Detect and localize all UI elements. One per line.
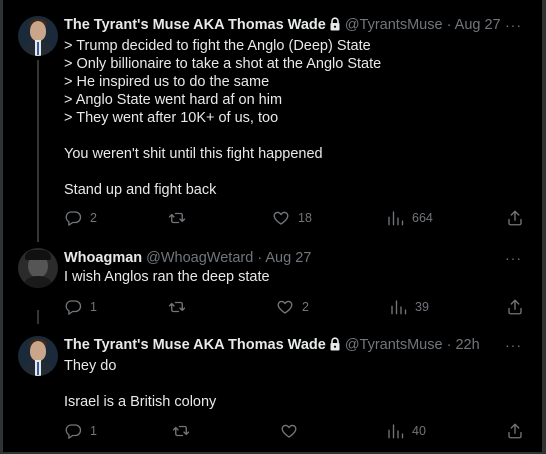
timestamp[interactable]: 22h bbox=[455, 337, 479, 353]
views-button[interactable]: 40 bbox=[386, 421, 426, 441]
tweet-text: They do Israel is a British colony bbox=[64, 358, 217, 410]
share-button[interactable] bbox=[506, 297, 532, 317]
like-button[interactable]: 2 bbox=[276, 297, 309, 317]
separator-dot: · bbox=[257, 250, 263, 266]
heart-icon bbox=[281, 424, 297, 438]
view-count: 39 bbox=[415, 300, 429, 314]
reply-count: 1 bbox=[90, 300, 97, 314]
retweet-button[interactable] bbox=[168, 297, 194, 317]
frame-border-right bbox=[542, 0, 546, 454]
view-count: 40 bbox=[412, 424, 426, 438]
like-button[interactable] bbox=[280, 421, 306, 441]
views-icon bbox=[388, 424, 404, 439]
heart-icon bbox=[277, 300, 293, 314]
views-button[interactable]: 39 bbox=[389, 297, 429, 317]
view-count: 664 bbox=[412, 211, 433, 225]
thread-line bbox=[37, 60, 39, 242]
timestamp[interactable]: Aug 27 bbox=[265, 250, 311, 266]
retweet-icon bbox=[172, 425, 190, 437]
like-count: 2 bbox=[302, 300, 309, 314]
more-options-icon[interactable]: ··· bbox=[505, 18, 522, 32]
share-icon bbox=[508, 210, 522, 226]
share-button[interactable] bbox=[506, 208, 532, 228]
like-button[interactable]: 18 bbox=[272, 208, 312, 228]
more-options-icon[interactable]: ··· bbox=[505, 251, 522, 265]
share-icon bbox=[508, 299, 522, 315]
handle[interactable]: @WhoagWetard bbox=[146, 250, 253, 266]
tweet-header: Whoagman @WhoagWetard · Aug 27 bbox=[64, 249, 311, 267]
timestamp[interactable]: Aug 27 bbox=[455, 17, 501, 33]
retweet-button[interactable] bbox=[168, 208, 194, 228]
share-button[interactable] bbox=[506, 421, 532, 441]
tweet[interactable]: Whoagman @WhoagWetard · Aug 27 ··· I wish… bbox=[3, 238, 542, 326]
lock-icon bbox=[329, 17, 341, 36]
display-name[interactable]: The Tyrant's Muse AKA Thomas Wade bbox=[64, 17, 326, 33]
reply-icon bbox=[65, 211, 82, 226]
tweet-actions: 1 2 39 bbox=[64, 297, 524, 317]
tweet-header: The Tyrant's Muse AKA Thomas Wade @Tyrant… bbox=[64, 336, 480, 356]
avatar[interactable] bbox=[18, 336, 58, 376]
retweet-icon bbox=[168, 212, 186, 224]
tweet[interactable]: The Tyrant's Muse AKA Thomas Wade @Tyrant… bbox=[3, 310, 542, 452]
tweet-actions: 2 18 664 bbox=[64, 208, 524, 228]
reply-count: 2 bbox=[90, 211, 97, 225]
retweet-button[interactable] bbox=[172, 421, 198, 441]
separator-dot: · bbox=[446, 337, 452, 353]
handle[interactable]: @TyrantsMuse bbox=[345, 17, 443, 33]
retweet-icon bbox=[168, 301, 186, 313]
tweet-header: The Tyrant's Muse AKA Thomas Wade @Tyrant… bbox=[64, 16, 501, 36]
heart-icon bbox=[273, 211, 289, 225]
reply-icon bbox=[65, 424, 82, 439]
tweet[interactable]: The Tyrant's Muse AKA Thomas Wade @Tyrant… bbox=[3, 0, 542, 242]
display-name[interactable]: The Tyrant's Muse AKA Thomas Wade bbox=[64, 337, 326, 353]
reply-button[interactable]: 1 bbox=[64, 421, 97, 441]
more-options-icon[interactable]: ··· bbox=[505, 338, 522, 352]
separator-dot: · bbox=[446, 17, 452, 33]
handle[interactable]: @TyrantsMuse bbox=[345, 337, 443, 353]
tweet-text: > Trump decided to fight the Anglo (Deep… bbox=[64, 38, 382, 198]
reply-button[interactable]: 1 bbox=[64, 297, 97, 317]
avatar[interactable] bbox=[18, 16, 58, 56]
views-icon bbox=[388, 211, 404, 226]
reply-button[interactable]: 2 bbox=[64, 208, 97, 228]
views-button[interactable]: 664 bbox=[386, 208, 433, 228]
tweet-actions: 1 40 bbox=[64, 421, 524, 441]
share-icon bbox=[508, 423, 522, 439]
reply-icon bbox=[65, 300, 82, 315]
views-icon bbox=[391, 300, 407, 315]
avatar[interactable] bbox=[18, 248, 58, 288]
display-name[interactable]: Whoagman bbox=[64, 250, 142, 266]
like-count: 18 bbox=[298, 211, 312, 225]
reply-count: 1 bbox=[90, 424, 97, 438]
thread-line bbox=[37, 310, 39, 324]
tweet-text: I wish Anglos ran the deep state bbox=[64, 269, 270, 285]
lock-icon bbox=[329, 337, 341, 356]
